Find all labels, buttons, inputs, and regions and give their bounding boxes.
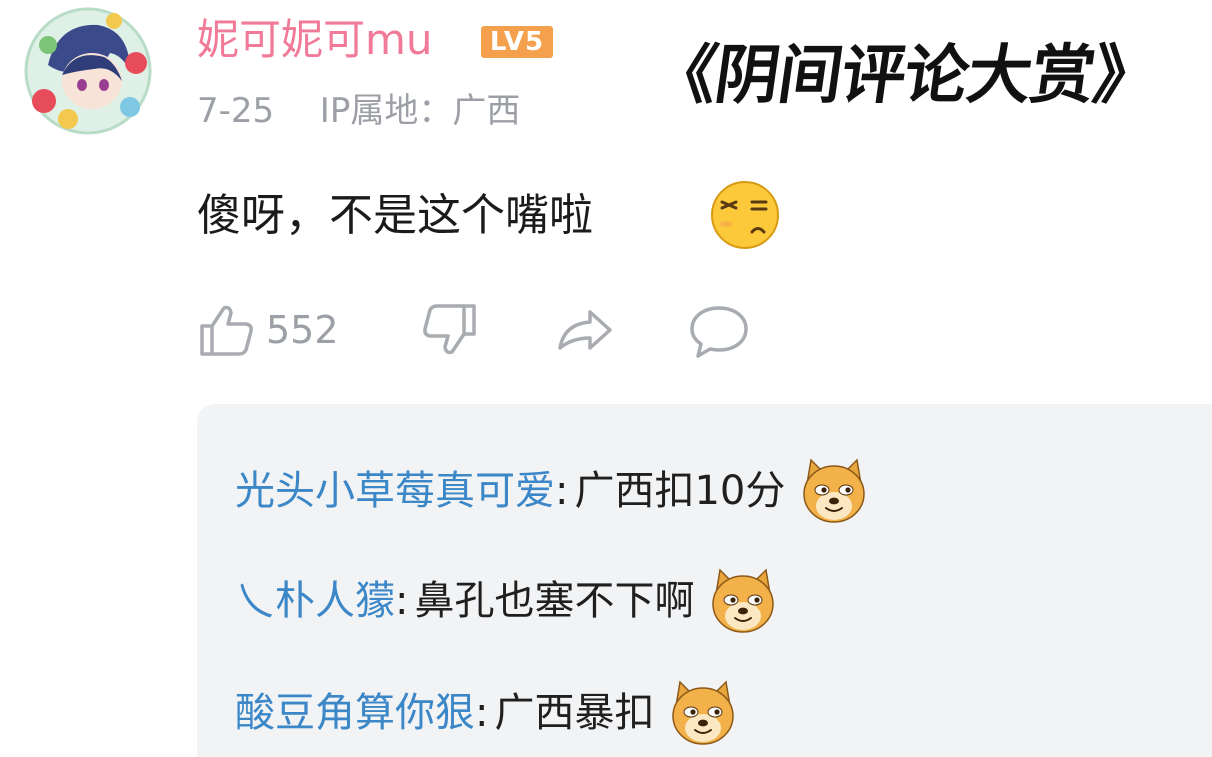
dislike-button[interactable] — [420, 300, 480, 360]
reply-item[interactable]: 乀朴人獴 : 鼻孔也塞不下啊 — [235, 564, 780, 638]
reply-text: 广西暴扣 — [494, 690, 655, 736]
like-button[interactable]: 552 — [196, 300, 339, 360]
comment-meta: 7-25 IP属地：广西 — [197, 88, 520, 134]
user-avatar[interactable] — [18, 5, 158, 137]
reply-text: 鼻孔也塞不下啊 — [414, 578, 695, 624]
pouting-face-emoji — [711, 181, 779, 249]
level-badge: LV5 — [481, 26, 553, 58]
reply-button[interactable] — [688, 300, 750, 360]
thumb-up-icon — [200, 305, 253, 356]
doge-emoji — [666, 676, 740, 750]
ip-location: IP属地：广西 — [319, 91, 521, 131]
reply-separator: : — [555, 468, 569, 514]
reply-separator: : — [395, 578, 409, 624]
reply-separator: : — [475, 690, 489, 736]
comment-date: 7-25 — [197, 91, 275, 131]
comment-icon — [690, 306, 748, 358]
comment-screenshot: 妮可妮可mu LV5 7-25 IP属地：广西 《阴间评论大赏》 傻呀，不是这个… — [0, 0, 1212, 757]
avatar-image — [24, 7, 152, 135]
comment-text: 傻呀，不是这个嘴啦 — [197, 190, 593, 241]
reply-author[interactable]: 光头小草莓真可爱 — [235, 454, 555, 528]
doge-emoji — [797, 454, 871, 528]
replies-panel: 光头小草莓真可爱 : 广西扣10分 乀朴人獴 : 鼻孔也塞不下啊 酸豆角算你狠 … — [197, 404, 1212, 757]
thumb-down-icon — [423, 304, 476, 355]
overlay-title: 《阴间评论大赏》 — [647, 39, 1162, 113]
share-button[interactable] — [554, 300, 616, 360]
reply-item[interactable]: 光头小草莓真可爱 : 广西扣10分 — [235, 454, 871, 528]
doge-emoji — [706, 564, 780, 638]
reply-text: 广西扣10分 — [574, 468, 786, 514]
reply-author[interactable]: 乀朴人獴 — [235, 564, 395, 638]
username[interactable]: 妮可妮可mu — [197, 14, 433, 66]
share-icon — [558, 310, 612, 350]
reply-item[interactable]: 酸豆角算你狠 : 广西暴扣 — [235, 676, 740, 750]
reply-author[interactable]: 酸豆角算你狠 — [235, 676, 475, 750]
like-count: 552 — [266, 308, 339, 352]
